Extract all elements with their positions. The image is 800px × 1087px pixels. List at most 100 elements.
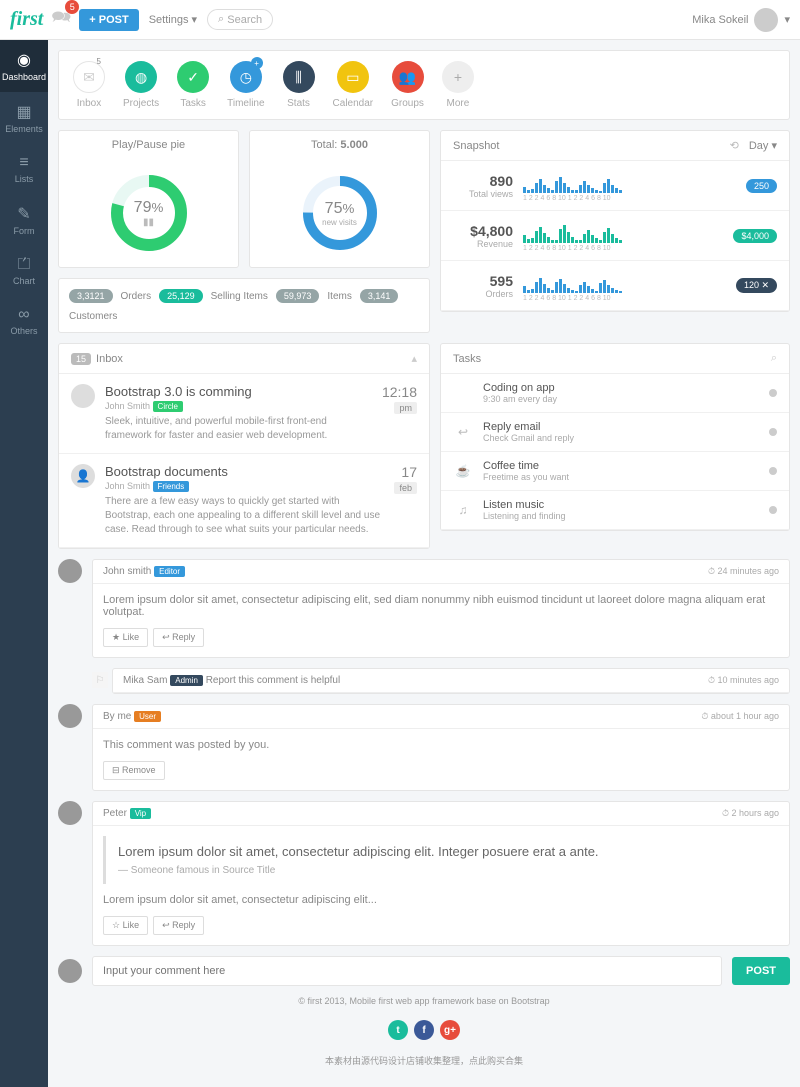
- sidebar-item-lists[interactable]: ≡Lists: [0, 144, 48, 194]
- author: John Smith: [105, 481, 150, 491]
- author-tag: Friends: [153, 481, 190, 492]
- search-icon[interactable]: ⌕: [771, 352, 777, 365]
- author: John Smith: [105, 401, 150, 411]
- task-item[interactable]: ♫ Listen musicListening and finding: [441, 491, 789, 530]
- comment-time: ⏱ 10 minutes ago: [708, 675, 779, 686]
- task-sub: 9:30 am every day: [483, 394, 759, 404]
- snapshot-row: 595Orders 1 2 2 4 6 8 10 1 2 2 4 6 8 10 …: [441, 261, 789, 311]
- comment-action[interactable]: ★ Like: [103, 628, 148, 647]
- twitter-icon[interactable]: t: [388, 1020, 408, 1040]
- comment-nested: ⚐ Mika Sam Admin Report this comment is …: [92, 668, 790, 694]
- refresh-icon[interactable]: ⟲: [730, 139, 739, 152]
- sparkline: [523, 219, 723, 243]
- stat-pill[interactable]: 25,129: [159, 289, 203, 303]
- task-title: Coding on app: [483, 382, 759, 394]
- pie-panel-total: Total: 5.000 75%new visits: [249, 130, 430, 268]
- sidebar-item-chart[interactable]: ⏍Chart: [0, 246, 48, 296]
- inbox-item[interactable]: 👤 Bootstrap documents John Smith Friends…: [59, 454, 429, 548]
- nav-tasks[interactable]: ✓ Tasks: [177, 61, 209, 109]
- sidebar-item-elements[interactable]: ▦ Elements: [0, 92, 48, 144]
- snap-label: Revenue: [453, 239, 513, 249]
- stat-label: Items: [327, 291, 351, 302]
- snapshot-row: 890Total views 1 2 2 4 6 8 10 1 2 2 4 6 …: [441, 161, 789, 211]
- comment-input[interactable]: [92, 956, 722, 986]
- nav-groups[interactable]: 👥Groups: [391, 61, 424, 109]
- settings-dropdown[interactable]: Settings ▾: [149, 13, 197, 26]
- nav-timeline[interactable]: +◷Timeline: [227, 61, 264, 109]
- bell-badge: 5: [65, 0, 79, 14]
- avatar: [58, 559, 82, 583]
- author: Mika Sam: [123, 675, 167, 686]
- pie-title: Play/Pause pie: [59, 131, 238, 159]
- spark-scale: 1 2 2 4 6 8 10 1 2 2 4 6 8 10: [523, 295, 726, 302]
- status-dot: [769, 467, 777, 475]
- stat-pill[interactable]: 3,3121: [69, 289, 113, 303]
- others-icon: ∞: [18, 306, 29, 324]
- author-tag: Circle: [153, 401, 183, 412]
- comment-action[interactable]: ↩ Reply: [153, 628, 204, 647]
- search-input[interactable]: ⌕ Search: [207, 9, 273, 30]
- more-icon: +: [442, 61, 474, 93]
- inbox-item-title: Bootstrap documents: [105, 464, 384, 479]
- avatar: [754, 8, 778, 32]
- task-icon: ♫: [453, 503, 473, 517]
- icon-label: More: [447, 98, 470, 109]
- task-item[interactable]: Coding on app9:30 am every day: [441, 374, 789, 413]
- author-tag: Admin: [170, 675, 203, 686]
- collapse-icon[interactable]: ▴: [411, 352, 417, 365]
- snap-number: 595: [453, 273, 513, 289]
- gplus-icon[interactable]: g+: [440, 1020, 460, 1040]
- footer-text2: 本素材由源代码设计店铺收集整理，点此购买合集: [58, 1044, 790, 1077]
- icon-label: Groups: [391, 98, 424, 109]
- icon-label: Tasks: [180, 98, 206, 109]
- nav-projects[interactable]: ◍Projects: [123, 61, 159, 109]
- post-comment-button[interactable]: POST: [732, 957, 790, 985]
- nav-stats[interactable]: ⫼Stats: [283, 61, 315, 109]
- task-icon: ☕: [453, 464, 473, 478]
- stat-label: Selling Items: [211, 291, 268, 302]
- comment-time: ⏱ about 1 hour ago: [701, 711, 779, 722]
- facebook-icon[interactable]: f: [414, 1020, 434, 1040]
- post-button[interactable]: + POST: [79, 9, 138, 31]
- pie-chart-left[interactable]: 79%▮▮: [109, 173, 189, 253]
- nav-inbox[interactable]: 5✉Inbox: [73, 61, 105, 109]
- stat-label: Customers: [69, 311, 117, 322]
- sidebar-item-others[interactable]: ∞ Others: [0, 296, 48, 346]
- comment-action[interactable]: ☆ Like: [103, 916, 148, 935]
- comment-action[interactable]: ↩ Reply: [153, 916, 204, 935]
- inbox-item-title: Bootstrap 3.0 is comming: [105, 384, 372, 399]
- pie-panel-play: Play/Pause pie 79%▮▮: [58, 130, 239, 268]
- tasks-icon: ✓: [177, 61, 209, 93]
- sidebar-label: Form: [14, 226, 35, 236]
- search-icon: ⌕: [218, 13, 224, 26]
- inbox-desc: There are a few easy ways to quickly get…: [105, 495, 384, 537]
- stat-pill[interactable]: 59,973: [276, 289, 320, 303]
- stat-pill[interactable]: 3,141: [360, 289, 399, 303]
- sidebar-label: Others: [10, 326, 37, 336]
- user-menu[interactable]: Mika Sokeil ▾: [692, 8, 790, 32]
- sidebar-item-dashboard[interactable]: ◉Dashboard: [0, 40, 48, 92]
- icon-label: Projects: [123, 98, 159, 109]
- badge: 5: [97, 57, 101, 66]
- logo[interactable]: first: [10, 8, 43, 31]
- task-item[interactable]: ↩ Reply emailCheck Gmail and reply: [441, 413, 789, 452]
- inbox-item[interactable]: Bootstrap 3.0 is comming John Smith Circ…: [59, 374, 429, 454]
- pie-chart-right[interactable]: 75%new visits: [300, 173, 380, 253]
- sidebar-item-form[interactable]: ✎Form: [0, 194, 48, 246]
- task-item[interactable]: ☕ Coffee timeFreetime as you want: [441, 452, 789, 491]
- comment-text: Report this comment is helpful: [206, 675, 341, 686]
- comment-time: ⏱ 2 hours ago: [722, 808, 779, 819]
- period-dropdown[interactable]: Day ▾: [749, 139, 777, 152]
- nav-more[interactable]: + More: [442, 61, 474, 109]
- comment-action[interactable]: ⊟ Remove: [103, 761, 165, 780]
- snap-badge: 120 ✕: [736, 278, 777, 293]
- icon-label: Calendar: [333, 98, 374, 109]
- elements-icon: ▦: [16, 102, 31, 122]
- author: By me: [103, 711, 131, 722]
- notifications-icon[interactable]: 🗪5: [51, 6, 71, 33]
- task-title: Reply email: [483, 421, 759, 433]
- sidebar-label: Elements: [5, 124, 43, 134]
- snap-label: Total views: [453, 189, 513, 199]
- nav-calendar[interactable]: ▭Calendar: [333, 61, 374, 109]
- pie-title: Total: 5.000: [250, 131, 429, 159]
